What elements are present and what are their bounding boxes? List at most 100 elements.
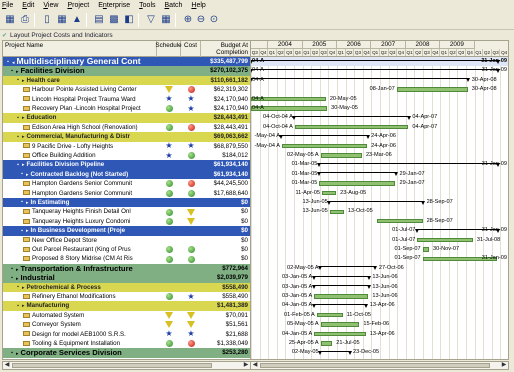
activity-bar[interactable]	[281, 143, 368, 149]
expand-toggle-icon[interactable]: ▪	[19, 228, 25, 234]
project-row[interactable]: ▪ ▸ Facilities Division Pipeline $61,934,14…	[3, 160, 250, 170]
activity-bar[interactable]	[377, 218, 423, 224]
summary-bar[interactable]	[251, 68, 501, 73]
summary-bar[interactable]	[311, 303, 368, 308]
grid-horizontal-scrollbar[interactable]: ◀ ▶	[2, 361, 251, 370]
project-row[interactable]: Conveyor System $51,561	[3, 320, 250, 330]
expand-toggle-icon[interactable]: ▪	[15, 303, 21, 309]
filter-icon[interactable]: ▽	[144, 13, 158, 26]
summary-bar[interactable]	[316, 162, 500, 167]
expand-toggle-icon[interactable]: ▪	[15, 162, 21, 168]
summary-bar[interactable]	[251, 78, 470, 83]
project-row[interactable]: ▪ ◂ Multidisciplinary General Cont $335,487…	[3, 57, 250, 67]
summary-bar[interactable]	[318, 350, 352, 355]
layout-title[interactable]: ✔ Layout Project Costs and Indicators	[2, 31, 512, 39]
gantt-scroll-left-icon[interactable]: ◀	[251, 362, 259, 369]
expand-toggle-icon[interactable]: ▪	[9, 266, 15, 272]
activity-bar[interactable]	[320, 341, 333, 346]
activity-bar[interactable]	[329, 209, 344, 214]
summary-bar[interactable]	[311, 275, 372, 280]
summary-bar[interactable]	[292, 115, 411, 120]
expand-toggle-icon[interactable]: ▪	[19, 171, 25, 177]
project-row[interactable]: Lincoln Hospital Project Trauma Ward ★ ★ $2…	[3, 94, 250, 104]
project-row[interactable]: 9 Pacific Drive - Lofty Heights ★ ★ $68,879…	[3, 141, 250, 151]
gantt-horizontal-scrollbar[interactable]: ◀ ▶	[251, 361, 509, 370]
print-icon[interactable]: ⎙	[18, 13, 32, 26]
project-row[interactable]: ▪ ▸ Corporate Services Division $253,280	[3, 348, 250, 358]
project-row[interactable]: Automated System $70,091	[3, 310, 250, 321]
group-icon[interactable]: ▦	[159, 13, 173, 26]
project-row[interactable]: ▪ ▸ Manufacturing $1,481,389	[3, 301, 250, 311]
project-row[interactable]: ▪ ▸ Transportation & Infrastructure $772,96…	[3, 263, 250, 274]
activity-bar[interactable]	[319, 181, 396, 186]
project-row[interactable]: Tanqueray Heights Luxury Condomi $0	[3, 216, 250, 227]
menu-batch[interactable]: Batch	[165, 2, 183, 9]
menu-project[interactable]: Project	[67, 2, 89, 9]
activity-bar[interactable]	[396, 87, 468, 92]
activity-bar[interactable]	[294, 124, 409, 130]
tree-icon[interactable]: ▲	[70, 13, 84, 26]
menu-edit[interactable]: Edit	[22, 2, 34, 9]
gantt-scroll-right-icon[interactable]: ▶	[500, 362, 508, 369]
project-row[interactable]: ▪ ▸ Contracted Backlog (Not Started) $61,93…	[3, 169, 250, 180]
activity-bar[interactable]	[320, 153, 362, 158]
chart-icon[interactable]: ◧	[122, 13, 136, 26]
expand-toggle-icon[interactable]: ▪	[19, 199, 25, 205]
menu-tools[interactable]: Tools	[139, 2, 155, 9]
col-header-cost[interactable]: Cost	[181, 41, 201, 57]
project-row[interactable]: Tanqueray Heights Finish Detail Onl $0	[3, 207, 250, 217]
project-row[interactable]: ▪ ▸ Petrochemical & Process $558,490	[3, 282, 250, 292]
activity-bar[interactable]	[314, 294, 369, 299]
project-row[interactable]: ▪ ▸ In Estimating $0	[3, 198, 250, 208]
table-icon[interactable]: ▩	[107, 13, 121, 26]
summary-bar[interactable]	[311, 285, 372, 290]
menu-view[interactable]: View	[43, 2, 58, 9]
expand-toggle-icon[interactable]: ▪	[5, 59, 11, 65]
activity-bar[interactable]	[314, 331, 366, 337]
expand-toggle-icon[interactable]: ▪	[9, 275, 15, 281]
gantt-scroll-thumb[interactable]	[260, 363, 490, 368]
col-header-project-name[interactable]: Project Name	[3, 41, 157, 57]
summary-bar[interactable]	[316, 172, 399, 177]
grid-icon[interactable]: ▦	[55, 13, 69, 26]
activity-bar[interactable]	[422, 247, 429, 252]
menu-help[interactable]: Help	[191, 2, 205, 9]
collapse-arrow-icon[interactable]: ✔	[2, 32, 7, 39]
col-header-schedule[interactable]: Schedule	[155, 41, 182, 57]
summary-bar[interactable]	[327, 200, 425, 205]
column-icon[interactable]: ▯	[40, 13, 54, 26]
project-row[interactable]: Proposed 8 Story Midrise (CM At Ris $0	[3, 254, 250, 264]
activity-bar[interactable]	[320, 322, 360, 327]
project-row[interactable]: Harbour Pointe Assisted Living Center $62…	[3, 85, 250, 95]
zoom-out-icon[interactable]: ⊖	[194, 13, 208, 26]
summary-bar[interactable]	[251, 59, 501, 64]
project-row[interactable]: Tooling & Equipment Installation $1,338,0…	[3, 339, 250, 349]
project-row[interactable]: ▪ ▸ Health care $110,661,182	[3, 75, 250, 86]
expand-toggle-icon[interactable]: ▪	[15, 115, 21, 121]
project-row[interactable]: ▪ ▸ Facilities Division $270,102,375	[3, 66, 250, 76]
layout-icon[interactable]: ▤	[92, 13, 106, 26]
project-row[interactable]: Edison Area High School (Renovation) $28,…	[3, 122, 250, 133]
project-row[interactable]: Office Building Addition ★ $184,012	[3, 151, 250, 161]
expand-toggle-icon[interactable]: ▪	[9, 350, 15, 356]
scroll-right-icon[interactable]: ▶	[242, 362, 250, 369]
grid-scroll-thumb[interactable]	[12, 363, 212, 368]
project-row[interactable]: Design for model AEB1000 S.R.S. ★ ★ $21,688	[3, 329, 250, 339]
expand-toggle-icon[interactable]: ▪	[15, 284, 21, 290]
zoom-in-icon[interactable]: ⊕	[181, 13, 195, 26]
open-icon[interactable]: ▦	[3, 13, 17, 26]
expand-toggle-icon[interactable]: ▪	[15, 134, 21, 140]
activity-bar[interactable]	[417, 237, 473, 243]
expand-toggle-icon[interactable]: ▪	[9, 68, 15, 74]
project-row[interactable]: New Office Depot Store $0	[3, 235, 250, 245]
project-row[interactable]: Out Parcel Restaurant (King of Prus $0	[3, 245, 250, 255]
col-header-budget[interactable]: Budget At Completion	[201, 41, 250, 57]
project-row[interactable]: Hampton Gardens Senior Communit $44,245,5…	[3, 179, 250, 189]
summary-bar[interactable]	[318, 266, 378, 271]
project-row[interactable]: ▪ ▸ In Business Development (Proje $0	[3, 226, 250, 236]
project-row[interactable]: Hampton Gardens Senior Communit $17,688,6…	[3, 188, 250, 198]
zoom-fit-icon[interactable]: ⊙	[207, 13, 221, 26]
project-row[interactable]: ▪ ▸ Industrial $2,039,979	[3, 273, 250, 283]
expand-toggle-icon[interactable]: ▪	[15, 77, 21, 83]
summary-bar[interactable]	[279, 134, 370, 139]
